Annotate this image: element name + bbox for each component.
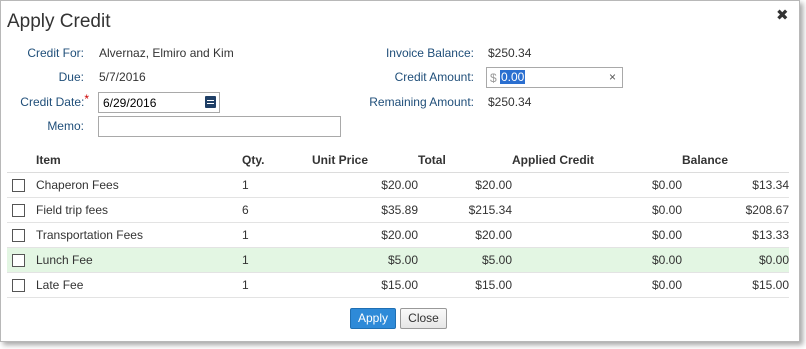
- table-row[interactable]: Chaperon Fees 1 $20.00 $20.00 $0.00 $13.…: [7, 172, 789, 198]
- header-balance: Balance: [682, 148, 789, 173]
- cell-item: Lunch Fee: [36, 247, 242, 273]
- cell-unit-price: $20.00: [312, 172, 418, 198]
- cell-qty: 1: [242, 172, 312, 198]
- close-button[interactable]: Close: [400, 308, 447, 329]
- cell-balance: $15.00: [682, 272, 789, 298]
- cell-unit-price: $15.00: [312, 272, 418, 298]
- credit-date-label: Credit Date:*: [20, 92, 89, 109]
- credit-for-value: Alvernaz, Elmiro and Kim: [99, 46, 234, 60]
- table-row[interactable]: Field trip fees 6 $35.89 $215.34 $0.00 $…: [7, 197, 789, 223]
- row-checkbox[interactable]: [12, 229, 25, 243]
- cell-item: Field trip fees: [36, 197, 242, 223]
- cell-balance: $208.67: [682, 197, 789, 223]
- credit-date-input[interactable]: 6/29/2016: [98, 92, 220, 113]
- cell-unit-price: $20.00: [312, 222, 418, 248]
- memo-label: Memo:: [47, 119, 84, 133]
- clear-icon[interactable]: ×: [609, 70, 616, 84]
- row-checkbox[interactable]: [12, 254, 25, 268]
- cell-item: Transportation Fees: [36, 222, 242, 248]
- header-applied-credit: Applied Credit: [512, 148, 682, 173]
- cell-applied-credit: $0.00: [512, 172, 682, 198]
- table-row[interactable]: Late Fee 1 $15.00 $15.00 $0.00 $15.00: [7, 272, 789, 298]
- header-qty: Qty.: [242, 148, 312, 173]
- row-checkbox[interactable]: [12, 179, 25, 193]
- cell-applied-credit: $0.00: [512, 272, 682, 298]
- table-header-row: Item Qty. Unit Price Total Applied Credi…: [7, 148, 789, 173]
- due-value: 5/7/2016: [99, 70, 146, 84]
- header-total: Total: [418, 148, 512, 173]
- credit-date-label-text: Credit Date:: [20, 95, 85, 109]
- due-label: Due:: [58, 70, 84, 84]
- cell-total: $20.00: [418, 172, 512, 198]
- header-item: Item: [36, 148, 242, 173]
- remaining-amount-value: $250.34: [488, 95, 532, 109]
- cell-item: Chaperon Fees: [36, 172, 242, 198]
- cell-total: $15.00: [418, 272, 512, 298]
- cell-qty: 1: [242, 272, 312, 298]
- row-checkbox[interactable]: [12, 204, 25, 218]
- invoice-balance-value: $250.34: [488, 46, 532, 60]
- cell-qty: 1: [242, 247, 312, 273]
- apply-button[interactable]: Apply: [350, 308, 396, 329]
- cell-applied-credit: $0.00: [512, 197, 682, 223]
- close-icon[interactable]: ✖: [776, 6, 789, 24]
- cell-total: $215.34: [418, 197, 512, 223]
- apply-credit-dialog: Apply Credit ✖ Credit For: Alvernaz, Elm…: [0, 0, 800, 342]
- remaining-amount-label: Remaining Amount:: [369, 95, 474, 109]
- required-marker: *: [84, 92, 89, 106]
- cell-qty: 6: [242, 197, 312, 223]
- credit-for-label: Credit For:: [27, 46, 84, 60]
- currency-symbol: $: [490, 71, 497, 85]
- memo-input[interactable]: [98, 116, 341, 137]
- cell-total: $5.00: [418, 247, 512, 273]
- table-row-highlighted[interactable]: Lunch Fee 1 $5.00 $5.00 $0.00 $0.00: [7, 247, 789, 273]
- header-unit-price: Unit Price: [312, 148, 418, 173]
- invoice-balance-label: Invoice Balance:: [385, 46, 474, 60]
- cell-balance: $13.33: [682, 222, 789, 248]
- cell-balance: $0.00: [682, 247, 789, 273]
- table-row[interactable]: Transportation Fees 1 $20.00 $20.00 $0.0…: [7, 222, 789, 248]
- items-table: Item Qty. Unit Price Total Applied Credi…: [7, 148, 789, 298]
- credit-amount-input[interactable]: $ 0.00 ×: [486, 67, 623, 88]
- credit-date-value: 6/29/2016: [103, 96, 157, 110]
- credit-amount-value: 0.00: [500, 70, 526, 84]
- row-checkbox[interactable]: [12, 279, 25, 293]
- cell-item: Late Fee: [36, 272, 242, 298]
- dialog-title: Apply Credit: [7, 11, 111, 32]
- credit-amount-label: Credit Amount:: [394, 70, 474, 84]
- cell-qty: 1: [242, 222, 312, 248]
- cell-unit-price: $5.00: [312, 247, 418, 273]
- cell-balance: $13.34: [682, 172, 789, 198]
- cell-applied-credit: $0.00: [512, 247, 682, 273]
- calendar-icon[interactable]: [205, 96, 216, 108]
- cell-applied-credit: $0.00: [512, 222, 682, 248]
- cell-total: $20.00: [418, 222, 512, 248]
- header-select: [7, 148, 36, 173]
- cell-unit-price: $35.89: [312, 197, 418, 223]
